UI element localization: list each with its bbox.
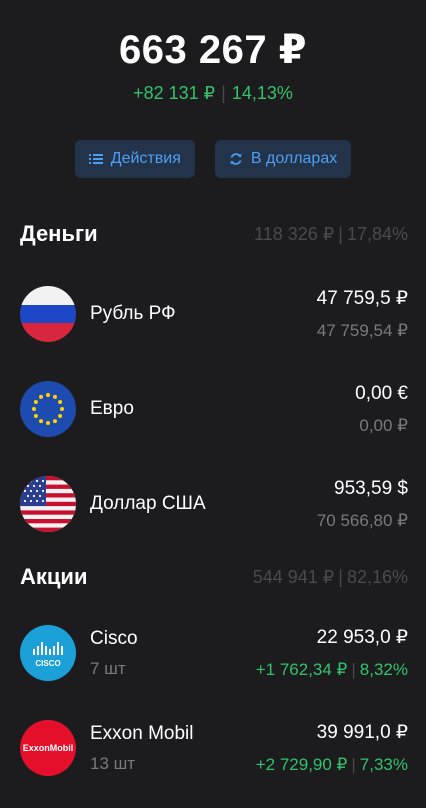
actions-button-label: Действия: [110, 150, 181, 167]
item-quantity: 7 шт: [90, 658, 126, 678]
item-value: 47 759,5 ₽: [316, 287, 408, 309]
item-value: 39 991,0 ₽: [316, 721, 408, 743]
change-percent: 14,13%: [231, 83, 293, 103]
exxon-logo-text: ExxonMobil: [23, 743, 74, 753]
item-name: Cisco: [90, 627, 138, 649]
change-separator: |: [221, 83, 226, 103]
item-gain-absolute: +1 762,34 ₽: [255, 659, 348, 679]
cisco-logo-text: CISCO: [35, 659, 60, 668]
stocks-section-sum: 544 941 ₽ | 82,16%: [253, 567, 408, 588]
money-sum-value: 118 326 ₽: [254, 223, 335, 244]
item-value-rub: 47 759,54 ₽: [316, 320, 408, 340]
eu-flag-icon: [20, 380, 76, 437]
money-sum-separator: |: [338, 223, 343, 244]
item-value-rub: 70 566,80 ₽: [316, 510, 408, 530]
item-value: 22 953,0 ₽: [316, 626, 408, 648]
money-sum-percent: 17,84%: [346, 223, 408, 244]
portfolio-summary: 663 267 ₽ +82 131 ₽ | 14,13%: [0, 0, 426, 104]
item-gain-separator: |: [351, 754, 356, 774]
list-item-rub[interactable]: Рубль РФ 47 759,5 ₽ 47 759,54 ₽: [0, 266, 426, 361]
stocks-section-header[interactable]: Акции 544 941 ₽ | 82,16%: [0, 557, 426, 597]
list-icon: [88, 152, 103, 166]
change-absolute: +82 131 ₽: [133, 83, 216, 103]
item-value-rub: 0,00 ₽: [359, 415, 408, 435]
stocks-sum-value: 544 941 ₽: [252, 566, 335, 587]
stocks-section-title: Акции: [20, 564, 88, 589]
currency-toggle-label: В долларах: [250, 150, 338, 167]
item-gain-absolute: +2 729,90 ₽: [255, 754, 348, 774]
list-item-eur[interactable]: Евро 0,00 € 0,00 ₽: [0, 361, 426, 456]
item-value: 953,59 $: [334, 477, 408, 499]
item-value: 0,00 €: [355, 382, 408, 404]
stocks-sum-percent: 82,16%: [346, 566, 408, 587]
item-gain: +2 729,90 ₽ | 7,33%: [256, 755, 408, 775]
exxonmobil-logo-icon: ExxonMobil: [20, 719, 76, 776]
list-item-exxon[interactable]: ExxonMobil Exxon Mobil 13 шт 39 991,0 ₽ …: [0, 700, 426, 795]
item-name: Рубль РФ: [90, 302, 176, 324]
actions-button[interactable]: Действия: [74, 140, 195, 178]
portfolio-total: 663 267 ₽: [118, 28, 308, 72]
stocks-sum-separator: |: [338, 566, 343, 587]
item-gain-percent: 8,32%: [359, 659, 408, 679]
money-section-header[interactable]: Деньги 118 326 ₽ | 17,84%: [0, 214, 426, 254]
list-item-cisco[interactable]: CISCO Cisco 7 шт 22 953,0 ₽ +1 762,34 ₽ |…: [0, 605, 426, 700]
item-gain-percent: 7,33%: [359, 754, 408, 774]
russia-flag-icon: [20, 285, 76, 342]
item-name: Евро: [90, 397, 134, 419]
item-quantity: 13 шт: [90, 753, 136, 773]
item-gain-separator: |: [351, 659, 356, 679]
portfolio-change: +82 131 ₽ | 14,13%: [0, 82, 426, 104]
money-section-sum: 118 326 ₽ | 17,84%: [254, 224, 408, 245]
usa-flag-icon: [20, 475, 76, 532]
item-name: Доллар США: [90, 492, 206, 514]
item-name: Exxon Mobil: [90, 722, 194, 744]
refresh-icon: [229, 152, 243, 166]
item-gain: +1 762,34 ₽ | 8,32%: [256, 660, 408, 680]
cisco-logo-icon: CISCO: [20, 624, 76, 681]
money-section-title: Деньги: [20, 221, 98, 246]
list-item-usd[interactable]: Доллар США 953,59 $ 70 566,80 ₽: [0, 456, 426, 551]
action-bar: Действия В долларах: [0, 140, 426, 178]
currency-toggle-button[interactable]: В долларах: [214, 140, 352, 178]
